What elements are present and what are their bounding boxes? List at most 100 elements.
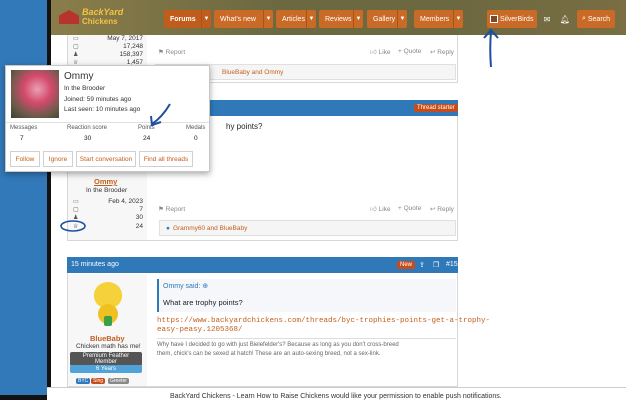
- inbox-icon[interactable]: ✉: [538, 10, 556, 28]
- post-15-time[interactable]: 15 minutes ago: [71, 261, 119, 268]
- chevron-down-icon[interactable]: ▼: [306, 10, 316, 28]
- search-button[interactable]: ⌕ Search: [577, 10, 615, 28]
- years-badge: 6 Years: [70, 365, 142, 373]
- post-14-messages: 7: [139, 206, 143, 213]
- reply-label: Reply: [437, 49, 454, 56]
- nav-articles[interactable]: Articles ▼: [276, 10, 316, 28]
- like-button[interactable]: 👍︎ Like: [370, 205, 391, 213]
- popup-user-title: In the Brooder: [64, 85, 106, 92]
- search-label: Search: [587, 15, 611, 23]
- quote-label: Quote: [403, 48, 422, 55]
- account-button[interactable]: SilverBirds: [487, 10, 537, 28]
- popup-medals-value: 0: [194, 135, 198, 142]
- post-15-username[interactable]: BlueBaby: [90, 334, 125, 343]
- post-14-points: 24: [135, 223, 143, 230]
- nav-reviews-label: Reviews: [325, 15, 352, 23]
- reactions-text: BlueBaby and Ommy: [222, 68, 284, 76]
- start-conversation-button[interactable]: Start conversation: [76, 151, 136, 167]
- quote-button[interactable]: + Quote: [398, 48, 421, 55]
- greeter-badge: Greeter: [108, 378, 129, 384]
- site-logo[interactable]: BackYard Chickens: [59, 6, 129, 28]
- popup-messages-value: 7: [20, 135, 24, 142]
- left-blue-panel: [0, 0, 47, 395]
- nav-forums[interactable]: Forums ▼: [164, 10, 211, 28]
- search-icon: ⌕: [581, 15, 586, 22]
- popup-joined: Joined: 59 minutes ago: [64, 96, 132, 103]
- push-notification-text: BackYard Chickens - Learn How to Raise C…: [170, 393, 502, 400]
- popup-points-value: 24: [143, 135, 151, 142]
- chevron-down-icon[interactable]: ▼: [397, 10, 407, 28]
- nav-reviews[interactable]: Reviews ▼: [319, 10, 363, 28]
- like-label: Like: [378, 49, 391, 56]
- reactions-text: Grammy60 and BlueBaby: [172, 224, 248, 232]
- ignore-label: Ignore: [48, 155, 68, 163]
- quote-label: Quote: [403, 205, 422, 212]
- quote-button[interactable]: + Quote: [398, 205, 421, 212]
- popup-reaction-score-value: 30: [84, 135, 92, 142]
- report-link[interactable]: ⚑ Report: [158, 48, 185, 56]
- post-14-number[interactable]: #14: [512, 104, 524, 111]
- like-label: Like: [378, 206, 391, 213]
- account-username: SilverBirds: [500, 15, 534, 23]
- post-15-number[interactable]: #15: [446, 261, 458, 268]
- popup-medals-label: Medals: [186, 125, 206, 131]
- follow-button[interactable]: Follow: [10, 151, 40, 167]
- post-13-messages: 17,248: [123, 43, 143, 50]
- signature-line2: them, chick's can be sexed at hatch! The…: [157, 351, 381, 357]
- quote-text: What are trophy points?: [163, 298, 243, 307]
- quote-author[interactable]: Ommy said: ⊕: [163, 282, 208, 290]
- post-15-user-title: Chicken math has me!: [76, 343, 141, 350]
- nav-articles-label: Articles: [282, 15, 305, 23]
- new-badge: New: [397, 261, 416, 269]
- nav-gallery-label: Gallery: [373, 15, 396, 23]
- chevron-down-icon[interactable]: ▼: [201, 10, 211, 28]
- annotation-circle-trophy: [60, 220, 86, 232]
- follow-label: Follow: [15, 155, 35, 163]
- reply-label: Reply: [437, 206, 454, 213]
- report-link[interactable]: ⚑ Report: [158, 205, 185, 213]
- reactions-bar[interactable]: ● Grammy60 and BlueBaby: [159, 220, 456, 236]
- trophy-link-line2[interactable]: easy-peasy.1205368/: [157, 326, 243, 334]
- post-14-reactions: 30: [135, 214, 143, 221]
- popup-reaction-score-label: Reaction score: [67, 125, 108, 131]
- trophy-link-line1[interactable]: https://www.backyardchickens.com/threads…: [157, 317, 490, 325]
- report-label: Report: [165, 49, 186, 56]
- nav-members-label: Members: [420, 15, 450, 23]
- post-14-username[interactable]: Ommy: [94, 177, 117, 186]
- like-button[interactable]: 👍︎ Like: [370, 48, 391, 56]
- start-conversation-label: Start conversation: [79, 155, 133, 163]
- share-icon[interactable]: ⇪: [419, 261, 425, 269]
- popup-last-seen: Last seen: 10 minutes ago: [64, 106, 141, 113]
- chevron-down-icon[interactable]: ▼: [353, 10, 363, 28]
- post-14-body: hy points?: [226, 122, 263, 131]
- find-all-threads-label: Find all threads: [143, 155, 189, 163]
- premium-member-badge: Premium Feather Member: [70, 352, 142, 366]
- nav-gallery[interactable]: Gallery ▼: [367, 10, 407, 28]
- ommy-avatar[interactable]: [11, 70, 59, 118]
- find-all-threads-button[interactable]: Find all threads: [139, 151, 193, 167]
- share-icon[interactable]: ⇪: [483, 104, 489, 112]
- nav-whats-new[interactable]: What's new ▼: [214, 10, 273, 28]
- signature-line1: Why have I decided to go with just Biele…: [157, 342, 399, 348]
- bell-icon[interactable]: 🔔︎: [556, 10, 574, 28]
- sing-badge: Sing: [91, 378, 106, 384]
- nav-members[interactable]: Members ▼: [414, 10, 463, 28]
- post-13-joined: May 7, 2017: [107, 35, 143, 42]
- messages-icon: ▢: [73, 207, 79, 213]
- reply-button[interactable]: ↩ Reply: [430, 205, 454, 213]
- post-14-user-title: In the Brooder: [86, 187, 128, 194]
- chevron-down-icon[interactable]: ▼: [263, 10, 273, 28]
- calendar-icon: ▭: [73, 199, 79, 205]
- byc-badge: BYC: [76, 378, 91, 384]
- calendar-icon: ▭: [73, 36, 79, 42]
- thread-starter-badge: Thread starter: [414, 104, 458, 112]
- ignore-button[interactable]: Ignore: [43, 151, 73, 167]
- popup-username[interactable]: Ommy: [64, 71, 93, 82]
- nav-whats-new-label: What's new: [220, 15, 256, 23]
- chevron-down-icon[interactable]: ▼: [453, 10, 463, 28]
- annotation-arrow-points: [150, 103, 171, 127]
- bookmark-icon[interactable]: ❐: [433, 261, 439, 269]
- bookmark-icon[interactable]: ❐: [499, 104, 505, 112]
- bluebaby-avatar[interactable]: [86, 280, 130, 330]
- reply-button[interactable]: ↩ Reply: [430, 48, 454, 56]
